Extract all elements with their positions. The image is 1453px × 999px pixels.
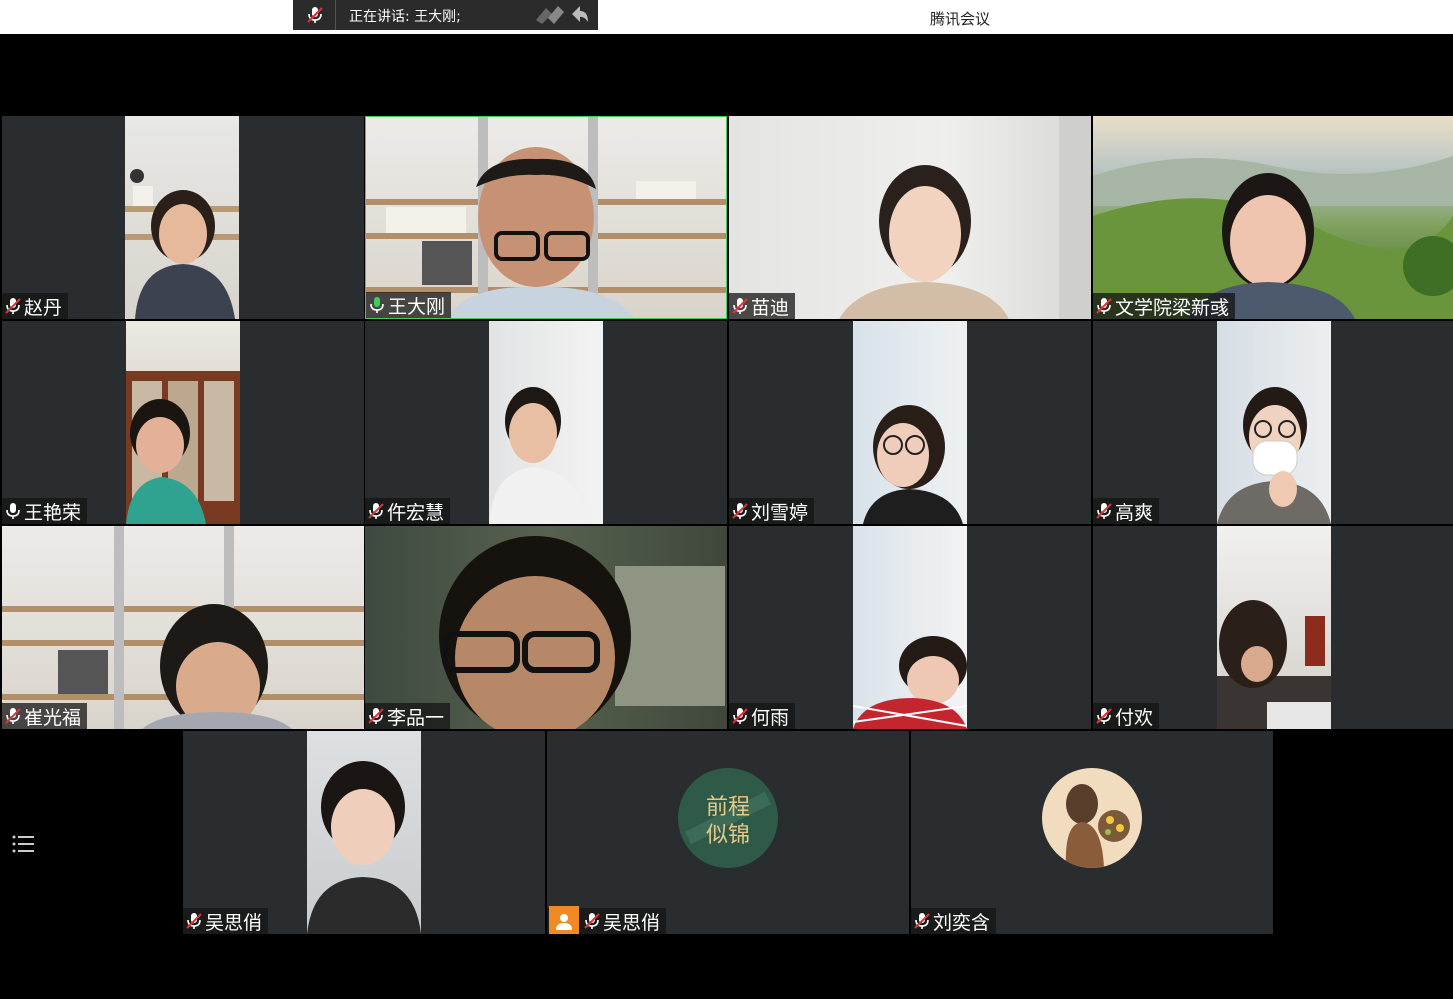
participant-tile[interactable]: 赵丹 (2, 116, 364, 319)
participant-tile[interactable]: 高爽 (1093, 321, 1453, 524)
mic-muted-icon (367, 706, 385, 726)
participant-name: 赵丹 (24, 296, 63, 319)
participant-name-tag: 赵丹 (2, 293, 69, 319)
participant-tile[interactable]: 何雨 (729, 526, 1091, 729)
participant-name-tag: 李品一 (365, 703, 451, 729)
participant-tile-active-speaker[interactable]: 王大刚 (365, 116, 727, 319)
participant-name-tag: 高爽 (1093, 498, 1160, 524)
avatar (1042, 768, 1142, 868)
participant-name-tag: 吴思俏 (547, 906, 667, 934)
participant-name: 高爽 (1115, 501, 1154, 524)
participant-video (853, 321, 967, 524)
mic-muted-icon (731, 296, 749, 316)
avatar-text-line2: 似锦 (706, 823, 750, 848)
participant-video (489, 321, 603, 524)
participant-tile[interactable]: 苗迪 (729, 116, 1091, 319)
participant-tile[interactable]: 崔光福 (2, 526, 364, 729)
participant-name: 刘奕含 (933, 911, 991, 934)
mic-muted-icon (913, 911, 931, 931)
participant-video (853, 526, 967, 729)
mic-muted-icon (4, 296, 22, 316)
participant-name-tag: 吴思俏 (183, 908, 269, 934)
participant-name: 吴思俏 (603, 911, 661, 934)
avatar-text-line1: 前程 (706, 795, 750, 820)
participant-tile[interactable]: 刘雪婷 (729, 321, 1091, 524)
pin-icon[interactable] (532, 2, 588, 26)
participant-name: 何雨 (751, 706, 790, 729)
participant-name: 王大刚 (388, 295, 446, 318)
participant-name-tag: 苗迪 (729, 293, 796, 319)
mic-speaking-icon (368, 295, 386, 315)
mic-muted-icon (583, 911, 601, 931)
participant-name: 文学院梁新彧 (1115, 296, 1230, 319)
participant-tile[interactable]: 付欢 (1093, 526, 1453, 729)
participant-video (307, 731, 421, 934)
participant-name: 王艳荣 (24, 501, 82, 524)
participant-video (1093, 116, 1453, 319)
mic-muted-icon (306, 5, 324, 25)
participant-name-tag: 崔光福 (2, 703, 88, 729)
mic-muted-icon (367, 501, 385, 521)
participant-name-tag: 仵宏慧 (365, 498, 451, 524)
participant-video (125, 116, 239, 319)
participant-video (366, 117, 726, 318)
title-bar: 腾讯会议 (0, 0, 1453, 34)
participant-name-tag: 王艳荣 (2, 498, 88, 524)
mic-muted-icon (1095, 501, 1113, 521)
participant-video (1217, 526, 1331, 729)
participant-name: 刘雪婷 (751, 501, 809, 524)
participant-name-tag: 王大刚 (366, 292, 452, 318)
speaking-indicator-bar: 正在讲话: 王大刚; (293, 0, 598, 30)
list-menu-icon[interactable] (8, 828, 40, 860)
participant-name-tag: 文学院梁新彧 (1093, 293, 1236, 319)
user-badge-icon (549, 906, 579, 934)
mic-muted-icon (1095, 296, 1113, 316)
mic-muted-icon (1095, 706, 1113, 726)
participant-name: 崔光福 (24, 706, 82, 729)
mic-muted-icon (731, 501, 749, 521)
participant-video (2, 526, 364, 729)
participant-name: 苗迪 (751, 296, 790, 319)
participant-video (126, 321, 240, 524)
participant-name-tag: 付欢 (1093, 703, 1160, 729)
mic-muted-icon (185, 911, 203, 931)
app-title: 腾讯会议 (929, 10, 990, 28)
participant-tile[interactable]: 文学院梁新彧 (1093, 116, 1453, 319)
mic-on-icon (4, 501, 22, 521)
participant-name: 付欢 (1115, 706, 1154, 729)
participant-name-tag: 刘奕含 (911, 908, 997, 934)
participant-video (365, 526, 727, 729)
speaking-label: 正在讲话: 王大刚; (349, 9, 461, 25)
participant-name: 仵宏慧 (387, 501, 445, 524)
participant-name: 吴思俏 (205, 911, 263, 934)
participant-video (729, 116, 1091, 319)
participant-tile[interactable]: 前程 似锦 吴思俏 (547, 731, 909, 934)
mic-muted-icon (731, 706, 749, 726)
bar-controls (532, 2, 588, 30)
participant-video (1217, 321, 1331, 524)
participant-tile[interactable]: 仵宏慧 (365, 321, 727, 524)
participant-tile[interactable]: 吴思俏 (183, 731, 545, 934)
mic-muted-icon (4, 706, 22, 726)
participant-tile[interactable]: 李品一 (365, 526, 727, 729)
participant-tile[interactable]: 王艳荣 (2, 321, 364, 524)
participant-name: 李品一 (387, 706, 445, 729)
avatar: 前程 似锦 (678, 768, 778, 868)
participant-name-tag: 何雨 (729, 703, 796, 729)
participant-tile[interactable]: 刘奕含 (911, 731, 1273, 934)
speaker-mute-toggle[interactable] (293, 0, 336, 30)
participant-name-tag: 刘雪婷 (729, 498, 815, 524)
